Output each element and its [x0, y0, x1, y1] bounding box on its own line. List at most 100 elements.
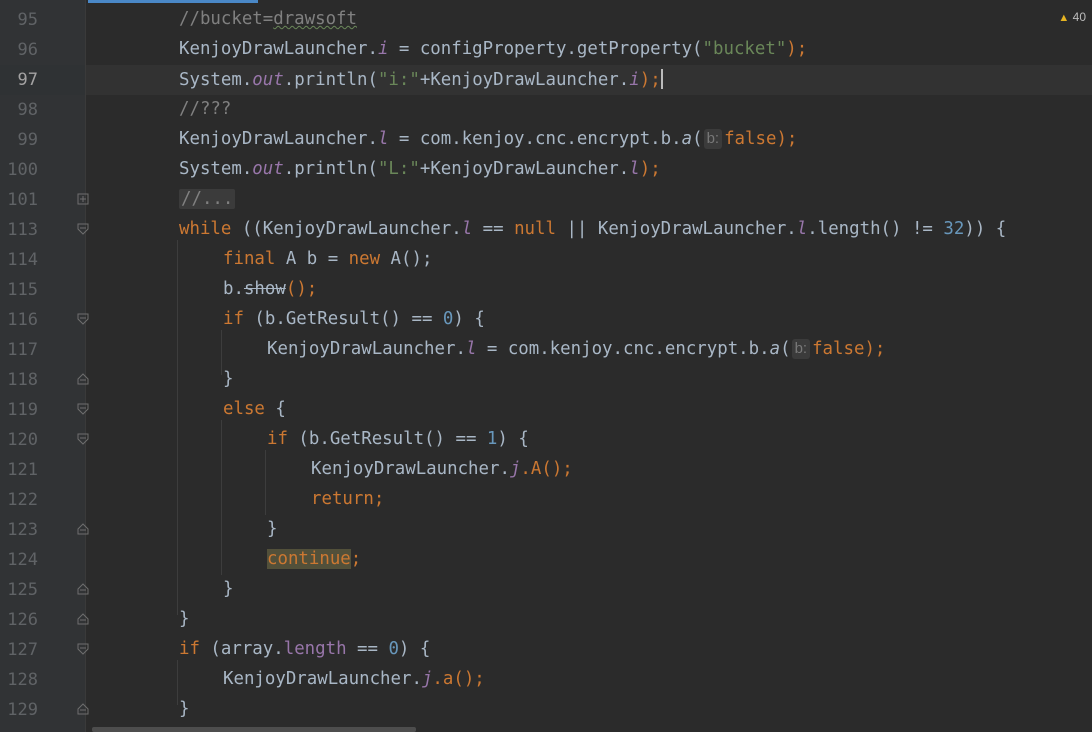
line-number[interactable]: 98 — [0, 100, 38, 120]
fold-collapse-icon[interactable] — [77, 403, 89, 415]
code-text[interactable]: } — [179, 699, 189, 719]
code-text[interactable]: b.show(); — [223, 279, 317, 299]
code-text[interactable]: final A b = new A(); — [223, 249, 432, 269]
code-token: ( — [780, 339, 791, 359]
static-field: l — [461, 219, 473, 239]
code-token: KenjoyDrawLauncher. — [311, 459, 510, 479]
code-text[interactable]: return; — [311, 489, 384, 509]
line-number[interactable]: 96 — [0, 40, 38, 60]
fold-collapse-icon[interactable] — [77, 643, 89, 655]
code-line[interactable]: 119 else { — [0, 395, 1092, 425]
fold-collapse-icon[interactable] — [77, 223, 89, 235]
code-line[interactable]: 99 KenjoyDrawLauncher.l = com.kenjoy.cnc.… — [0, 125, 1092, 155]
line-number[interactable]: 100 — [0, 160, 38, 180]
line-background — [86, 425, 1092, 455]
static-field: l — [796, 219, 808, 239]
typo-word: drawsoft — [273, 9, 357, 29]
line-number[interactable]: 119 — [0, 400, 38, 420]
code-token: ; — [350, 549, 362, 569]
line-number[interactable]: 128 — [0, 670, 38, 690]
code-line[interactable]: 97 System.out.println("i:"+KenjoyDrawLaun… — [0, 65, 1092, 95]
code-text[interactable]: System.out.println("i:"+KenjoyDrawLaunch… — [179, 69, 663, 90]
code-line[interactable]: 125} — [0, 575, 1092, 605]
code-text[interactable]: } — [223, 369, 233, 389]
code-token: } — [179, 699, 190, 719]
code-text[interactable]: if (b.GetResult() == 1) { — [267, 429, 529, 449]
line-background — [86, 455, 1092, 485]
code-text[interactable]: KenjoyDrawLauncher.j.a(); — [223, 669, 485, 689]
code-line[interactable]: 118} — [0, 365, 1092, 395]
code-line[interactable]: 124 continue; — [0, 545, 1092, 575]
code-line[interactable]: 127 if (array.length == 0) { — [0, 635, 1092, 665]
line-number[interactable]: 123 — [0, 520, 38, 540]
line-number[interactable]: 118 — [0, 370, 38, 390]
code-text[interactable]: //??? — [179, 99, 231, 119]
line-number[interactable]: 116 — [0, 310, 38, 330]
code-line[interactable]: 126} — [0, 605, 1092, 635]
fold-end-icon[interactable] — [77, 373, 89, 385]
line-number[interactable]: 95 — [0, 10, 38, 30]
line-number[interactable]: 114 — [0, 250, 38, 270]
code-line[interactable]: 121 KenjoyDrawLauncher.j.A(); — [0, 455, 1092, 485]
code-text[interactable]: else { — [223, 399, 286, 419]
line-number[interactable]: 101 — [0, 190, 38, 210]
inspection-widget[interactable]: ▲ 40 — [1058, 10, 1086, 24]
folded-region[interactable]: //... — [179, 189, 236, 209]
code-line[interactable]: 129} — [0, 695, 1092, 725]
keyword: final — [223, 249, 276, 269]
code-editor[interactable]: 95 //bucket=drawsoft 96 KenjoyDrawLauncher.… — [0, 0, 1092, 732]
code-text[interactable]: KenjoyDrawLauncher.l = com.kenjoy.cnc.en… — [267, 339, 885, 359]
line-number[interactable]: 97 — [0, 70, 38, 90]
code-line[interactable]: 100 System.out.println("L:"+KenjoyDrawLau… — [0, 155, 1092, 185]
code-text[interactable]: continue; — [267, 549, 361, 569]
code-text[interactable]: } — [223, 579, 233, 599]
code-text[interactable]: KenjoyDrawLauncher.j.A(); — [311, 459, 573, 479]
code-token: System. — [179, 159, 253, 179]
fold-expand-icon[interactable] — [77, 193, 89, 205]
code-text[interactable]: KenjoyDrawLauncher.l = com.kenjoy.cnc.en… — [179, 129, 797, 149]
code-text[interactable]: //... — [179, 189, 236, 209]
line-number[interactable]: 124 — [0, 550, 38, 570]
code-line[interactable]: 98 //??? — [0, 95, 1092, 125]
fold-collapse-icon[interactable] — [77, 433, 89, 445]
line-number[interactable]: 117 — [0, 340, 38, 360]
fold-end-icon[interactable] — [77, 703, 89, 715]
code-line[interactable]: 101 //... — [0, 185, 1092, 215]
line-number[interactable]: 120 — [0, 430, 38, 450]
code-line[interactable]: 95 //bucket=drawsoft — [0, 5, 1092, 35]
code-line[interactable]: 115 b.show(); — [0, 275, 1092, 305]
code-line[interactable]: 120 if (b.GetResult() == 1) { — [0, 425, 1092, 455]
fold-collapse-icon[interactable] — [77, 313, 89, 325]
fold-end-icon[interactable] — [77, 523, 89, 535]
code-line[interactable]: 122 return; — [0, 485, 1092, 515]
horizontal-scrollbar[interactable] — [92, 727, 416, 732]
line-number[interactable]: 122 — [0, 490, 38, 510]
line-number[interactable]: 121 — [0, 460, 38, 480]
code-line[interactable]: 96 KenjoyDrawLauncher.i = configProperty.… — [0, 35, 1092, 65]
line-number[interactable]: 113 — [0, 220, 38, 240]
code-text[interactable]: if (b.GetResult() == 0) { — [223, 309, 485, 329]
line-number[interactable]: 125 — [0, 580, 38, 600]
code-line[interactable]: 117 KenjoyDrawLauncher.l = com.kenjoy.cnc… — [0, 335, 1092, 365]
code-text[interactable]: while ((KenjoyDrawLauncher.l == null || … — [179, 219, 1006, 239]
code-token: ); — [864, 339, 886, 359]
line-number[interactable]: 115 — [0, 280, 38, 300]
line-number[interactable]: 129 — [0, 700, 38, 720]
code-line[interactable]: 123} — [0, 515, 1092, 545]
code-text[interactable]: //bucket=drawsoft — [179, 9, 357, 29]
code-line[interactable]: 116 if (b.GetResult() == 0) { — [0, 305, 1092, 335]
line-number[interactable]: 99 — [0, 130, 38, 150]
code-line[interactable]: 114 final A b = new A(); — [0, 245, 1092, 275]
line-number[interactable]: 127 — [0, 640, 38, 660]
line-number[interactable]: 126 — [0, 610, 38, 630]
code-line[interactable]: 113 while ((KenjoyDrawLauncher.l == null … — [0, 215, 1092, 245]
number-literal: 32 — [943, 219, 965, 239]
fold-end-icon[interactable] — [77, 613, 89, 625]
code-text[interactable]: if (array.length == 0) { — [179, 639, 430, 659]
code-text[interactable]: KenjoyDrawLauncher.i = configProperty.ge… — [179, 39, 807, 59]
code-line[interactable]: 128 KenjoyDrawLauncher.j.a(); — [0, 665, 1092, 695]
code-text[interactable]: } — [179, 609, 189, 629]
code-text[interactable]: System.out.println("L:"+KenjoyDrawLaunch… — [179, 159, 661, 179]
code-text[interactable]: } — [267, 519, 277, 539]
fold-end-icon[interactable] — [77, 583, 89, 595]
